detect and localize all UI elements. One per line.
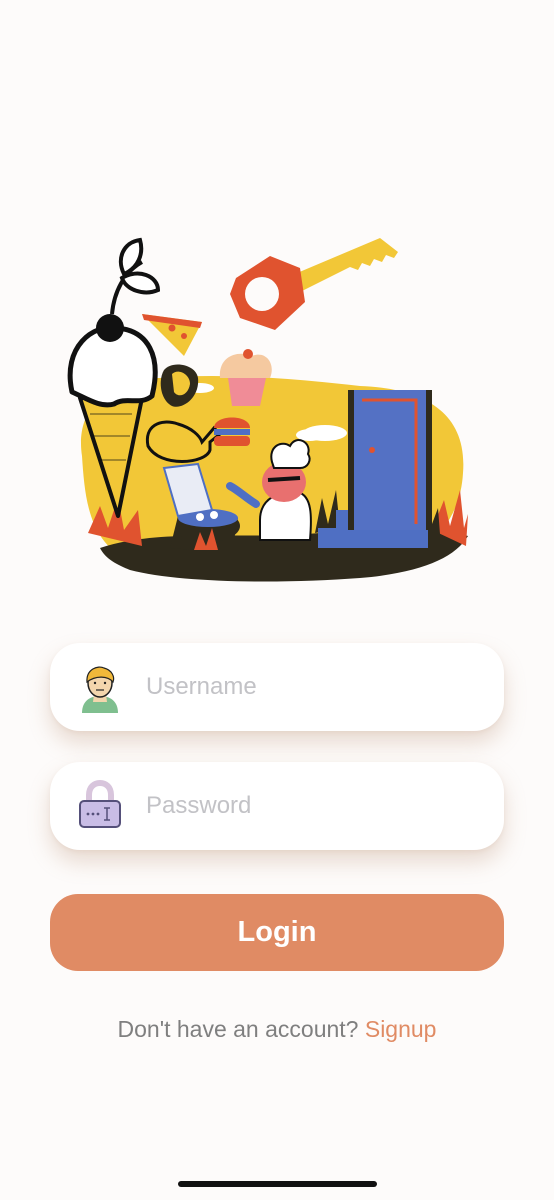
cherry — [96, 314, 124, 342]
password-field[interactable] — [50, 762, 504, 850]
signup-prompt: Don't have an account? — [117, 1016, 359, 1042]
key — [290, 238, 398, 294]
username-field[interactable] — [50, 643, 504, 731]
hero-illustration — [67, 237, 468, 582]
user-avatar-icon — [82, 666, 118, 713]
door — [348, 390, 432, 530]
signup-link[interactable]: Signup — [365, 1016, 437, 1042]
signup-row: Don't have an account? Signup — [0, 1016, 554, 1043]
username-input[interactable] — [146, 643, 486, 731]
password-input[interactable] — [146, 762, 486, 850]
padlock-icon — [79, 780, 121, 828]
login-button[interactable]: Login — [50, 894, 504, 971]
home-indicator[interactable] — [178, 1181, 377, 1187]
